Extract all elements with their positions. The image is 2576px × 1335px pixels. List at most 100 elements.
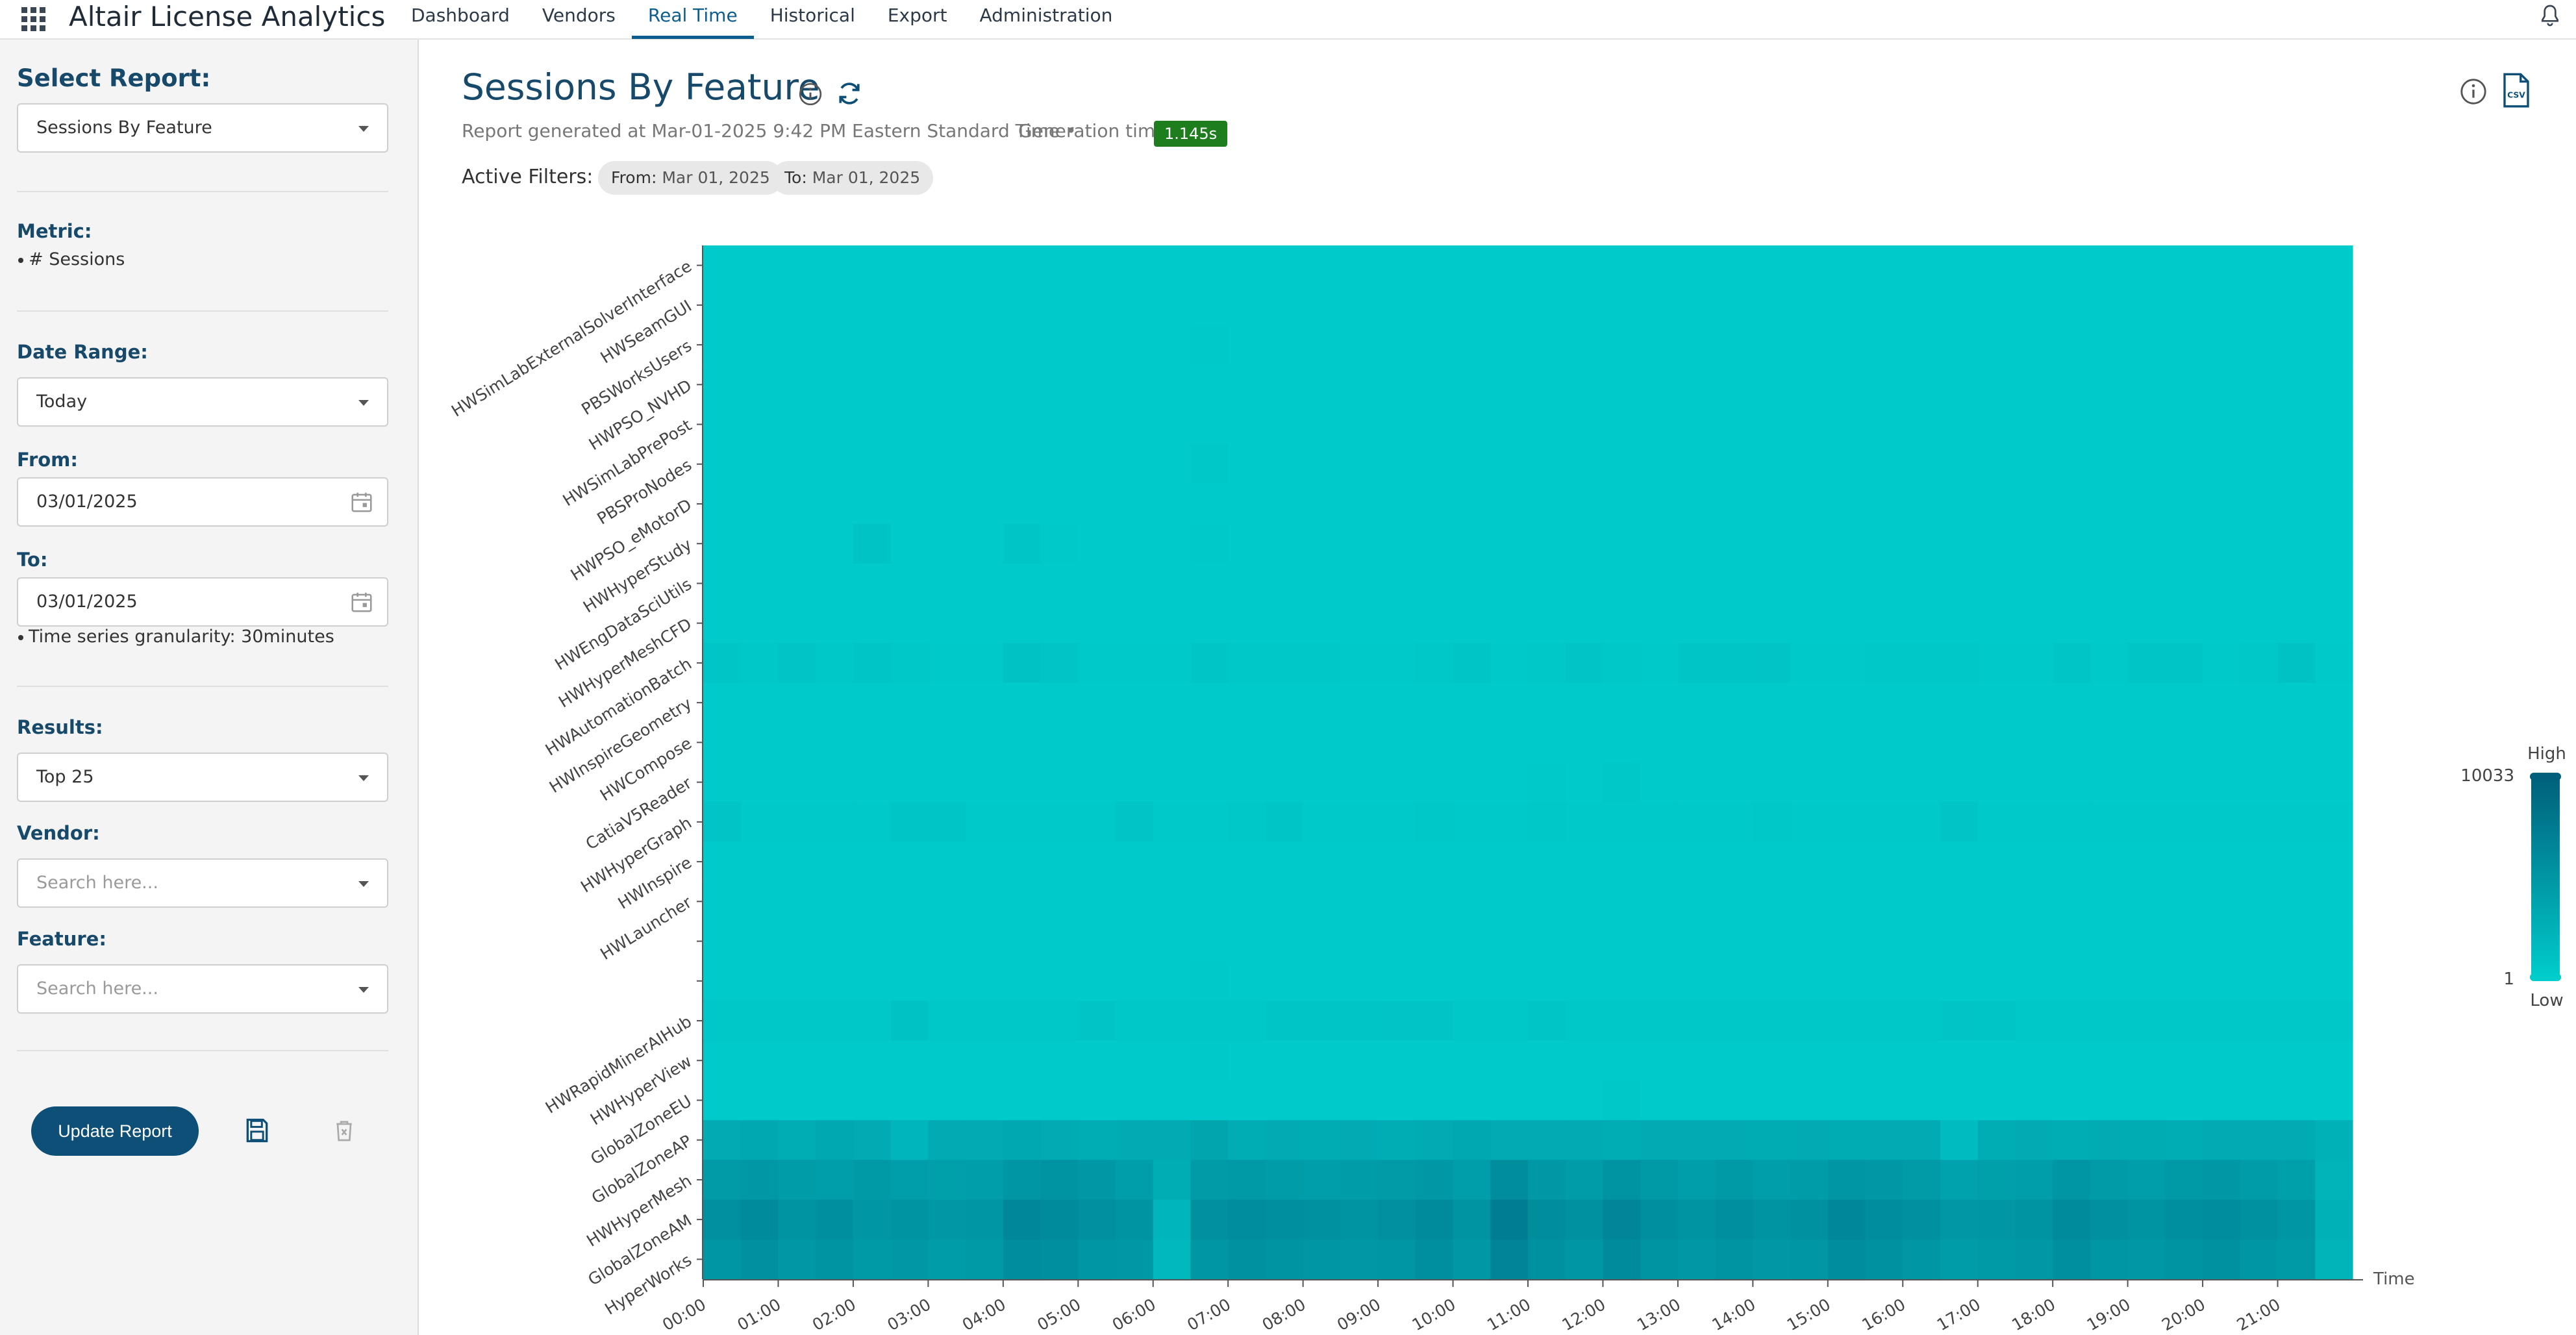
heatmap-cell [1565, 404, 1604, 445]
heatmap-cell [778, 484, 816, 525]
nav-vendors[interactable]: Vendors [526, 0, 632, 39]
heatmap-cell [1528, 881, 1566, 922]
report-info-icon[interactable] [2458, 77, 2488, 106]
heatmap-cell [2127, 325, 2166, 366]
nav-export[interactable]: Export [871, 0, 964, 39]
heatmap-cell [1565, 1160, 1604, 1201]
heatmap-cell [1753, 1120, 1791, 1160]
heatmap-cell [1827, 1080, 1866, 1121]
report-select-value: Sessions By Feature [36, 118, 212, 138]
heatmap-cell [1303, 523, 1341, 564]
heatmap-cell [1378, 921, 1416, 962]
heatmap-cell [1603, 881, 1641, 922]
vendor-placeholder: Search here... [36, 873, 158, 893]
heatmap-cell [1153, 1040, 1192, 1081]
heatmap-cell [1153, 523, 1192, 564]
heatmap-cell [2240, 563, 2279, 604]
heatmap-cell [1677, 921, 1716, 962]
heatmap-cell [1977, 1160, 2016, 1201]
to-date-input[interactable]: 03/01/2025 [17, 577, 388, 627]
heatmap-cell [703, 722, 742, 763]
results-select[interactable]: Top 25 [17, 753, 388, 802]
feature-search-select[interactable]: Search here... [17, 964, 388, 1014]
heatmap-cell [2053, 881, 2091, 922]
heatmap-cell [1715, 921, 1753, 962]
heatmap-cell [1827, 603, 1866, 643]
heatmap-cell [1453, 404, 1491, 445]
heatmap-cell [1040, 1001, 1079, 1042]
heatmap-cell [1265, 325, 1304, 366]
date-range-label: Date Range: [17, 341, 148, 363]
heatmap-cell [966, 842, 1004, 882]
heatmap-cell [2053, 802, 2091, 843]
heatmap-cell [1340, 1199, 1379, 1240]
heatmap-cell [890, 1120, 929, 1160]
heatmap-cell [1940, 364, 1979, 405]
heatmap-cell [816, 921, 854, 962]
nav-historical[interactable]: Historical [754, 0, 871, 39]
heatmap-cell [853, 961, 892, 1001]
heatmap-cell [1790, 722, 1829, 763]
heatmap-cell [1116, 1120, 1154, 1160]
heatmap-cell [890, 1001, 929, 1042]
delete-icon[interactable] [331, 1116, 357, 1145]
heatmap-cell [1827, 1199, 1866, 1240]
calendar-icon[interactable] [349, 490, 374, 514]
heatmap-cell [1977, 1199, 2016, 1240]
app-brand[interactable]: Altair License Analytics [69, 0, 385, 34]
heatmap-cell [816, 285, 854, 326]
heatmap-cell [1190, 842, 1229, 882]
heatmap-cell [1116, 722, 1154, 763]
from-date-input[interactable]: 03/01/2025 [17, 477, 388, 527]
report-select[interactable]: Sessions By Feature [17, 103, 388, 153]
refresh-icon[interactable] [835, 79, 864, 108]
heatmap-cell [1340, 961, 1379, 1001]
heatmap-cell [1715, 881, 1753, 922]
heatmap-cell [966, 722, 1004, 763]
app-grid-icon[interactable] [19, 5, 45, 31]
heatmap-cell [1940, 1199, 1979, 1240]
heatmap-cell [928, 404, 966, 445]
heatmap-cell [1228, 603, 1266, 643]
heatmap-cell [1677, 245, 1716, 286]
heatmap-cell [1865, 762, 1903, 803]
heatmap-cell [1378, 1239, 1416, 1280]
heatmap-cell [1528, 1080, 1566, 1121]
heatmap-cell [1490, 1199, 1529, 1240]
save-icon[interactable] [243, 1116, 271, 1145]
update-report-button[interactable]: Update Report [31, 1106, 199, 1156]
heatmap-cell [1490, 1120, 1529, 1160]
heatmap-cell [1228, 722, 1266, 763]
heatmap-cell [816, 603, 854, 643]
heatmap-cell [1040, 1239, 1079, 1280]
heatmap-cell [1228, 1160, 1266, 1201]
heatmap-cell [2203, 1040, 2241, 1081]
heatmap-cell [1190, 802, 1229, 843]
info-icon[interactable] [797, 81, 823, 107]
heatmap-cell [1603, 1080, 1641, 1121]
heatmap-cell [2240, 285, 2279, 326]
heatmap-cell [1340, 1160, 1379, 1201]
nav-real-time[interactable]: Real Time [631, 0, 754, 39]
heatmap-cell [703, 802, 742, 843]
heatmap-cell [1078, 364, 1116, 405]
vendor-search-select[interactable]: Search here... [17, 858, 388, 908]
heatmap-cell [1640, 603, 1679, 643]
heatmap-cell [2015, 1120, 2053, 1160]
date-range-select[interactable]: Today [17, 377, 388, 427]
heatmap-cell [703, 444, 742, 484]
csv-export-icon[interactable]: CSV [2501, 73, 2531, 108]
heatmap-cell [2165, 484, 2203, 525]
heatmap-cell [928, 762, 966, 803]
nav-administration[interactable]: Administration [964, 0, 1129, 39]
notification-bell-icon[interactable] [2537, 3, 2563, 29]
heatmap-cell [2015, 682, 2053, 723]
filter-from-value: Mar 01, 2025 [662, 168, 770, 187]
heatmap-cell [1003, 1120, 1042, 1160]
heatmap-cell [1265, 563, 1304, 604]
filter-chip-to[interactable]: To: Mar 01, 2025 [771, 161, 934, 195]
filter-chip-from[interactable]: From: Mar 01, 2025 [598, 161, 783, 195]
nav-dashboard[interactable]: Dashboard [395, 0, 526, 39]
calendar-icon[interactable] [349, 590, 374, 614]
heatmap-cell [1940, 245, 1979, 286]
